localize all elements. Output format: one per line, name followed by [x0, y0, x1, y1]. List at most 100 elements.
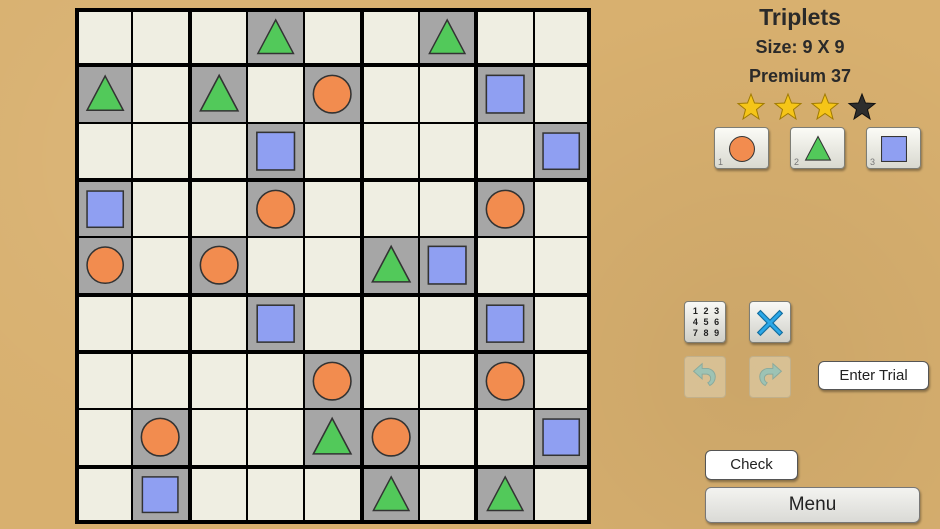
empty-cell[interactable]	[478, 410, 533, 465]
given-cell	[248, 296, 304, 350]
number-pad-digit: 6	[714, 317, 720, 327]
empty-cell[interactable]	[363, 67, 418, 122]
empty-cell[interactable]	[248, 238, 304, 293]
given-cell	[305, 354, 360, 409]
circle-icon	[312, 74, 353, 115]
given-cell	[363, 238, 418, 293]
square-icon	[86, 190, 125, 229]
empty-cell[interactable]	[191, 12, 246, 64]
empty-cell[interactable]	[420, 296, 475, 350]
empty-cell[interactable]	[420, 410, 475, 465]
empty-cell[interactable]	[534, 468, 587, 520]
number-pad-digit: 5	[703, 317, 709, 327]
triangle-icon	[85, 74, 125, 112]
empty-cell[interactable]	[248, 468, 304, 520]
star-filled-icon	[736, 92, 766, 121]
star-empty-icon	[847, 92, 877, 121]
empty-cell[interactable]	[534, 12, 587, 64]
empty-cell[interactable]	[420, 354, 475, 409]
check-button[interactable]: Check	[705, 450, 798, 480]
enter-trial-button[interactable]: Enter Trial	[818, 361, 929, 390]
empty-cell[interactable]	[191, 296, 246, 350]
circle-icon	[371, 417, 411, 458]
square-icon	[486, 304, 525, 343]
empty-cell[interactable]	[478, 12, 533, 64]
empty-cell[interactable]	[363, 123, 418, 178]
given-cell	[248, 123, 304, 178]
symbol-button-triangle[interactable]: 2	[790, 127, 845, 169]
given-cell	[478, 468, 533, 520]
empty-cell[interactable]	[534, 238, 587, 293]
given-cell	[133, 410, 188, 465]
empty-cell[interactable]	[305, 238, 360, 293]
symbol-button-number: 2	[794, 157, 800, 167]
undo-button[interactable]	[684, 356, 726, 398]
empty-cell[interactable]	[133, 12, 188, 64]
empty-cell[interactable]	[305, 123, 360, 178]
triangle-icon	[371, 474, 410, 511]
given-cell	[534, 410, 587, 465]
given-cell	[191, 238, 246, 293]
circle-icon	[140, 417, 181, 458]
symbol-button-square[interactable]: 3	[866, 127, 921, 169]
empty-cell[interactable]	[79, 468, 132, 520]
empty-cell[interactable]	[305, 296, 360, 350]
star-filled-icon	[810, 92, 840, 121]
x-icon	[756, 309, 784, 337]
empty-cell[interactable]	[420, 123, 475, 178]
empty-cell[interactable]	[79, 12, 132, 64]
empty-cell[interactable]	[133, 354, 188, 409]
symbol-button-circle[interactable]: 1	[714, 127, 769, 169]
redo-button[interactable]	[749, 356, 791, 398]
empty-cell[interactable]	[133, 123, 188, 178]
number-pad-digit: 9	[714, 328, 720, 338]
empty-cell[interactable]	[478, 238, 533, 293]
empty-cell[interactable]	[305, 182, 360, 237]
empty-cell[interactable]	[420, 468, 475, 520]
empty-cell[interactable]	[248, 67, 304, 122]
given-cell	[79, 182, 132, 237]
given-cell	[534, 123, 587, 178]
empty-cell[interactable]	[191, 182, 246, 237]
empty-cell[interactable]	[79, 410, 132, 465]
empty-cell[interactable]	[79, 296, 132, 350]
empty-cell[interactable]	[305, 468, 360, 520]
empty-cell[interactable]	[534, 67, 587, 122]
circle-icon	[199, 245, 239, 286]
clear-button[interactable]	[749, 301, 791, 343]
given-cell	[191, 67, 246, 122]
size-label: Size: 9 X 9	[755, 37, 845, 57]
empty-cell[interactable]	[191, 468, 246, 520]
empty-cell[interactable]	[79, 354, 132, 409]
menu-button[interactable]: Menu	[705, 487, 920, 523]
triangle-icon	[198, 74, 239, 112]
square-icon	[256, 304, 295, 343]
empty-cell[interactable]	[363, 182, 418, 237]
empty-cell[interactable]	[191, 410, 246, 465]
empty-cell[interactable]	[420, 67, 475, 122]
empty-cell[interactable]	[478, 123, 533, 178]
empty-cell[interactable]	[133, 296, 188, 350]
puzzle-title: Triplets	[759, 4, 841, 30]
empty-cell[interactable]	[305, 12, 360, 64]
empty-cell[interactable]	[363, 296, 418, 350]
empty-cell[interactable]	[363, 12, 418, 64]
circle-icon	[256, 189, 296, 229]
empty-cell[interactable]	[133, 182, 188, 237]
empty-cell[interactable]	[133, 67, 188, 122]
empty-cell[interactable]	[79, 123, 132, 178]
empty-cell[interactable]	[133, 238, 188, 293]
empty-cell[interactable]	[248, 410, 304, 465]
empty-cell[interactable]	[534, 182, 587, 237]
given-cell	[420, 12, 475, 64]
empty-cell[interactable]	[248, 354, 304, 409]
empty-cell[interactable]	[534, 296, 587, 350]
empty-cell[interactable]	[191, 123, 246, 178]
number-pad-button[interactable]: 123 456 789	[684, 301, 726, 343]
number-pad-digit: 7	[692, 328, 698, 338]
empty-cell[interactable]	[191, 354, 246, 409]
empty-cell[interactable]	[420, 182, 475, 237]
empty-cell[interactable]	[534, 354, 587, 409]
square-icon	[141, 475, 179, 513]
empty-cell[interactable]	[363, 354, 418, 409]
